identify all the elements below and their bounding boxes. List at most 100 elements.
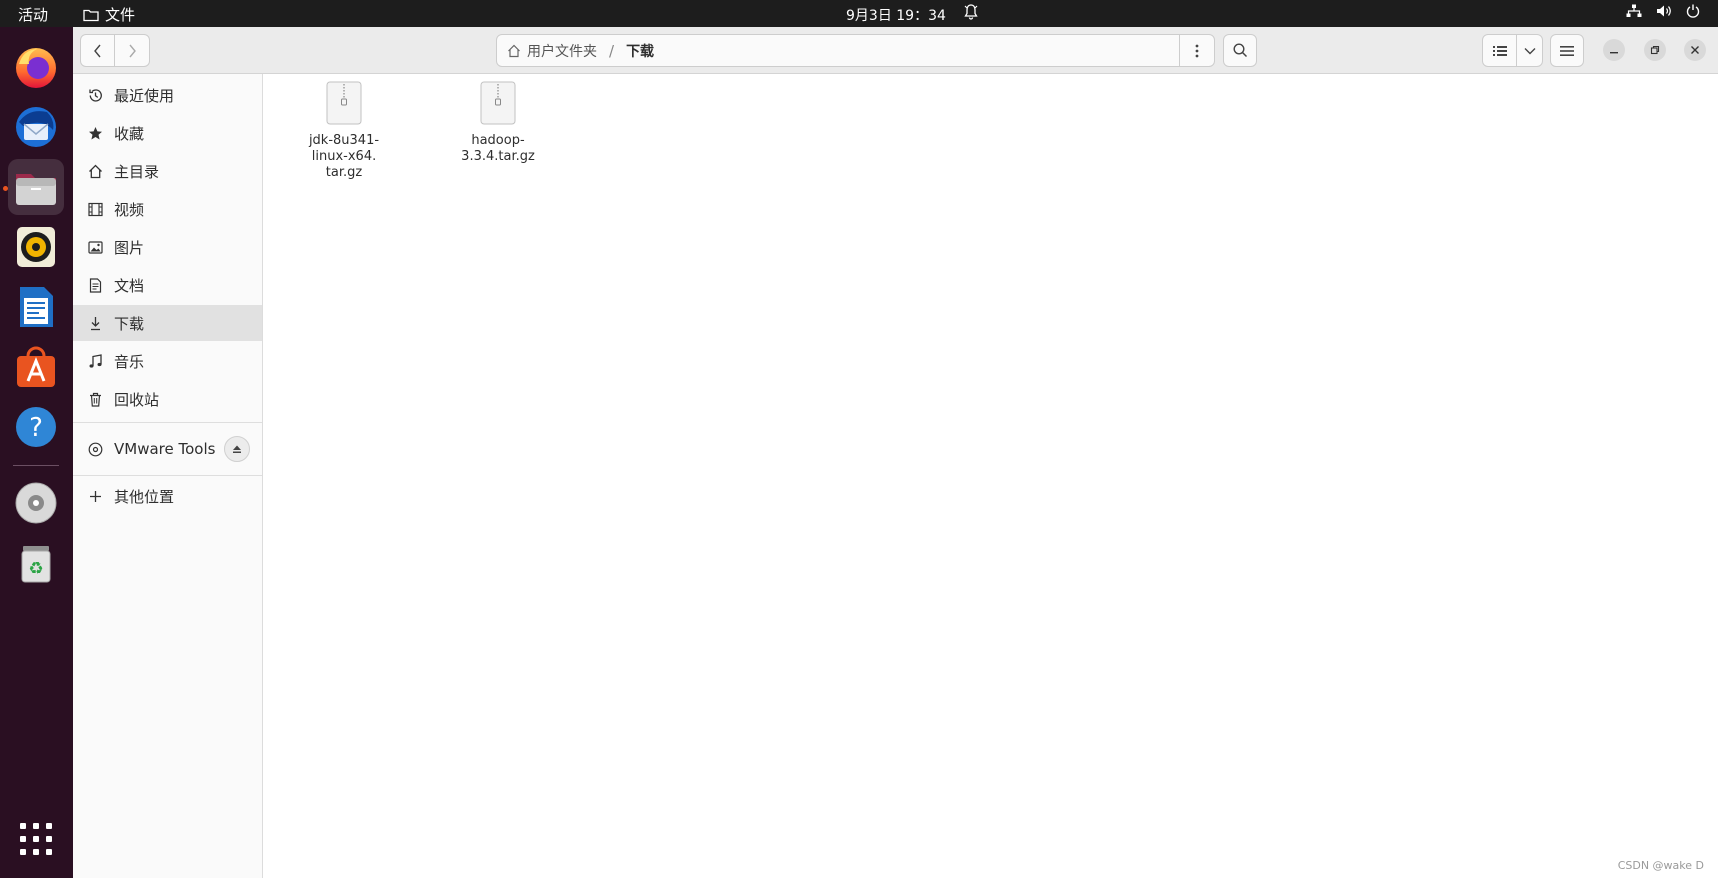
firefox-launcher[interactable] xyxy=(8,39,64,95)
disc-icon xyxy=(15,482,57,524)
path-home-segment[interactable]: 用户文件夹 xyxy=(497,41,597,61)
search-icon xyxy=(1232,43,1247,58)
sidebar-item-vmware-tools[interactable]: VMware Tools xyxy=(73,431,262,467)
help-icon: ? xyxy=(16,407,56,447)
volume-icon xyxy=(1656,4,1672,18)
disc-icon xyxy=(87,441,103,457)
film-icon xyxy=(87,201,103,217)
search-button[interactable] xyxy=(1223,34,1257,67)
sidebar-item-label: 最近使用 xyxy=(114,86,175,105)
home-icon xyxy=(508,44,520,57)
minimize-icon xyxy=(1610,52,1618,54)
file-name: hadoop- 3.3.4.tar.gz xyxy=(461,133,535,164)
eject-button[interactable] xyxy=(224,436,250,462)
chevron-left-icon xyxy=(93,44,101,57)
chevron-right-icon xyxy=(129,44,136,57)
sidebar-item-music[interactable]: 音乐 xyxy=(73,343,262,379)
notification-bell-icon[interactable] xyxy=(964,4,978,20)
sidebar-separator xyxy=(73,475,262,476)
vertical-dots-icon xyxy=(1195,44,1199,57)
download-icon xyxy=(87,315,103,331)
plus-icon xyxy=(87,488,103,504)
path-current-segment[interactable]: 下载 xyxy=(626,41,654,61)
sidebar-item-label: 收藏 xyxy=(114,124,145,143)
star-icon xyxy=(87,125,103,141)
files-window: 用户文件夹 / 下载 最近使用 收藏 主目录 视频 图片 文档 下载 音乐 回收… xyxy=(73,27,1718,878)
trash-launcher[interactable]: ♻ xyxy=(8,535,64,591)
help-launcher[interactable]: ? xyxy=(8,399,64,455)
sidebar-item-downloads[interactable]: 下载 xyxy=(73,305,262,341)
network-icon xyxy=(1626,4,1642,18)
file-name: jdk-8u341- linux-x64. tar.gz xyxy=(308,133,380,180)
system-status-area[interactable] xyxy=(1626,4,1700,18)
writer-icon xyxy=(20,287,53,327)
sidebar-item-videos[interactable]: 视频 xyxy=(73,191,262,227)
sidebar-item-trash[interactable]: 回收站 xyxy=(73,381,262,417)
sidebar-item-pictures[interactable]: 图片 xyxy=(73,229,262,265)
close-button[interactable] xyxy=(1684,39,1706,61)
clock-icon xyxy=(87,87,103,103)
file-item-jdk[interactable]: jdk-8u341- linux-x64. tar.gz xyxy=(294,81,394,181)
thunderbird-icon xyxy=(16,107,56,147)
sidebar-item-label: 回收站 xyxy=(114,390,160,409)
top-bar: 活动 文件 9月3日 19：34 xyxy=(0,0,1718,27)
sidebar-item-label: 主目录 xyxy=(114,162,160,181)
sidebar-item-home[interactable]: 主目录 xyxy=(73,153,262,189)
sidebar-item-label: 下载 xyxy=(114,314,145,333)
path-bar: 用户文件夹 / 下载 xyxy=(496,34,1215,67)
sidebar-item-label: 图片 xyxy=(114,238,145,257)
app-center-icon xyxy=(17,346,55,387)
app-menu-label: 文件 xyxy=(105,6,136,24)
path-menu-button[interactable] xyxy=(1179,34,1214,67)
folder-icon xyxy=(83,8,99,22)
home-icon xyxy=(87,163,103,179)
list-view-icon xyxy=(1492,45,1507,56)
dock: ? ♻ xyxy=(0,27,73,878)
sidebar-separator xyxy=(73,422,262,423)
eject-icon xyxy=(233,445,241,453)
file-item-hadoop[interactable]: hadoop- 3.3.4.tar.gz xyxy=(448,81,548,165)
header-bar: 用户文件夹 / 下载 xyxy=(73,27,1718,74)
sidebar: 最近使用 收藏 主目录 视频 图片 文档 下载 音乐 回收站 VMware To… xyxy=(73,74,263,878)
sidebar-item-label: 其他位置 xyxy=(114,487,175,506)
files-launcher[interactable] xyxy=(8,159,64,215)
chevron-down-icon xyxy=(1524,47,1535,54)
navigation-buttons xyxy=(80,34,150,67)
thunderbird-launcher[interactable] xyxy=(8,99,64,155)
music-icon xyxy=(87,353,103,369)
sidebar-item-recent[interactable]: 最近使用 xyxy=(73,77,262,113)
app-grid-icon xyxy=(20,823,52,855)
path-home-label: 用户文件夹 xyxy=(527,43,597,60)
hamburger-icon xyxy=(1560,45,1574,56)
activities-button[interactable]: 活动 xyxy=(18,4,48,25)
libreoffice-writer-launcher[interactable] xyxy=(8,279,64,335)
view-options-button[interactable] xyxy=(1516,34,1543,67)
sidebar-item-starred[interactable]: 收藏 xyxy=(73,115,262,151)
trash-icon: ♻ xyxy=(21,546,51,583)
svg-text:?: ? xyxy=(29,413,43,443)
sidebar-item-label: 文档 xyxy=(114,276,145,295)
dvd-launcher[interactable] xyxy=(8,475,64,531)
clock[interactable]: 9月3日 19：34 xyxy=(846,5,946,25)
firefox-icon xyxy=(16,48,56,88)
app-center-launcher[interactable] xyxy=(8,339,64,395)
view-list-button[interactable] xyxy=(1482,34,1517,67)
image-icon xyxy=(87,239,103,255)
archive-icon xyxy=(480,81,516,125)
app-menu[interactable]: 文件 xyxy=(83,4,135,25)
path-separator: / xyxy=(609,41,615,60)
svg-text:♻: ♻ xyxy=(28,559,43,579)
forward-button[interactable] xyxy=(115,34,150,67)
sidebar-item-other-locations[interactable]: 其他位置 xyxy=(73,478,262,514)
sidebar-item-documents[interactable]: 文档 xyxy=(73,267,262,303)
maximize-button[interactable] xyxy=(1644,39,1666,61)
main-menu-button[interactable] xyxy=(1550,34,1584,67)
back-button[interactable] xyxy=(80,34,115,67)
archive-icon xyxy=(326,81,362,125)
power-icon xyxy=(1686,4,1700,18)
minimize-button[interactable] xyxy=(1603,39,1625,61)
watermark: CSDN @wake D xyxy=(1617,859,1704,872)
sidebar-item-label: 音乐 xyxy=(114,352,145,371)
rhythmbox-launcher[interactable] xyxy=(8,219,64,275)
show-apps-launcher[interactable] xyxy=(8,811,64,867)
